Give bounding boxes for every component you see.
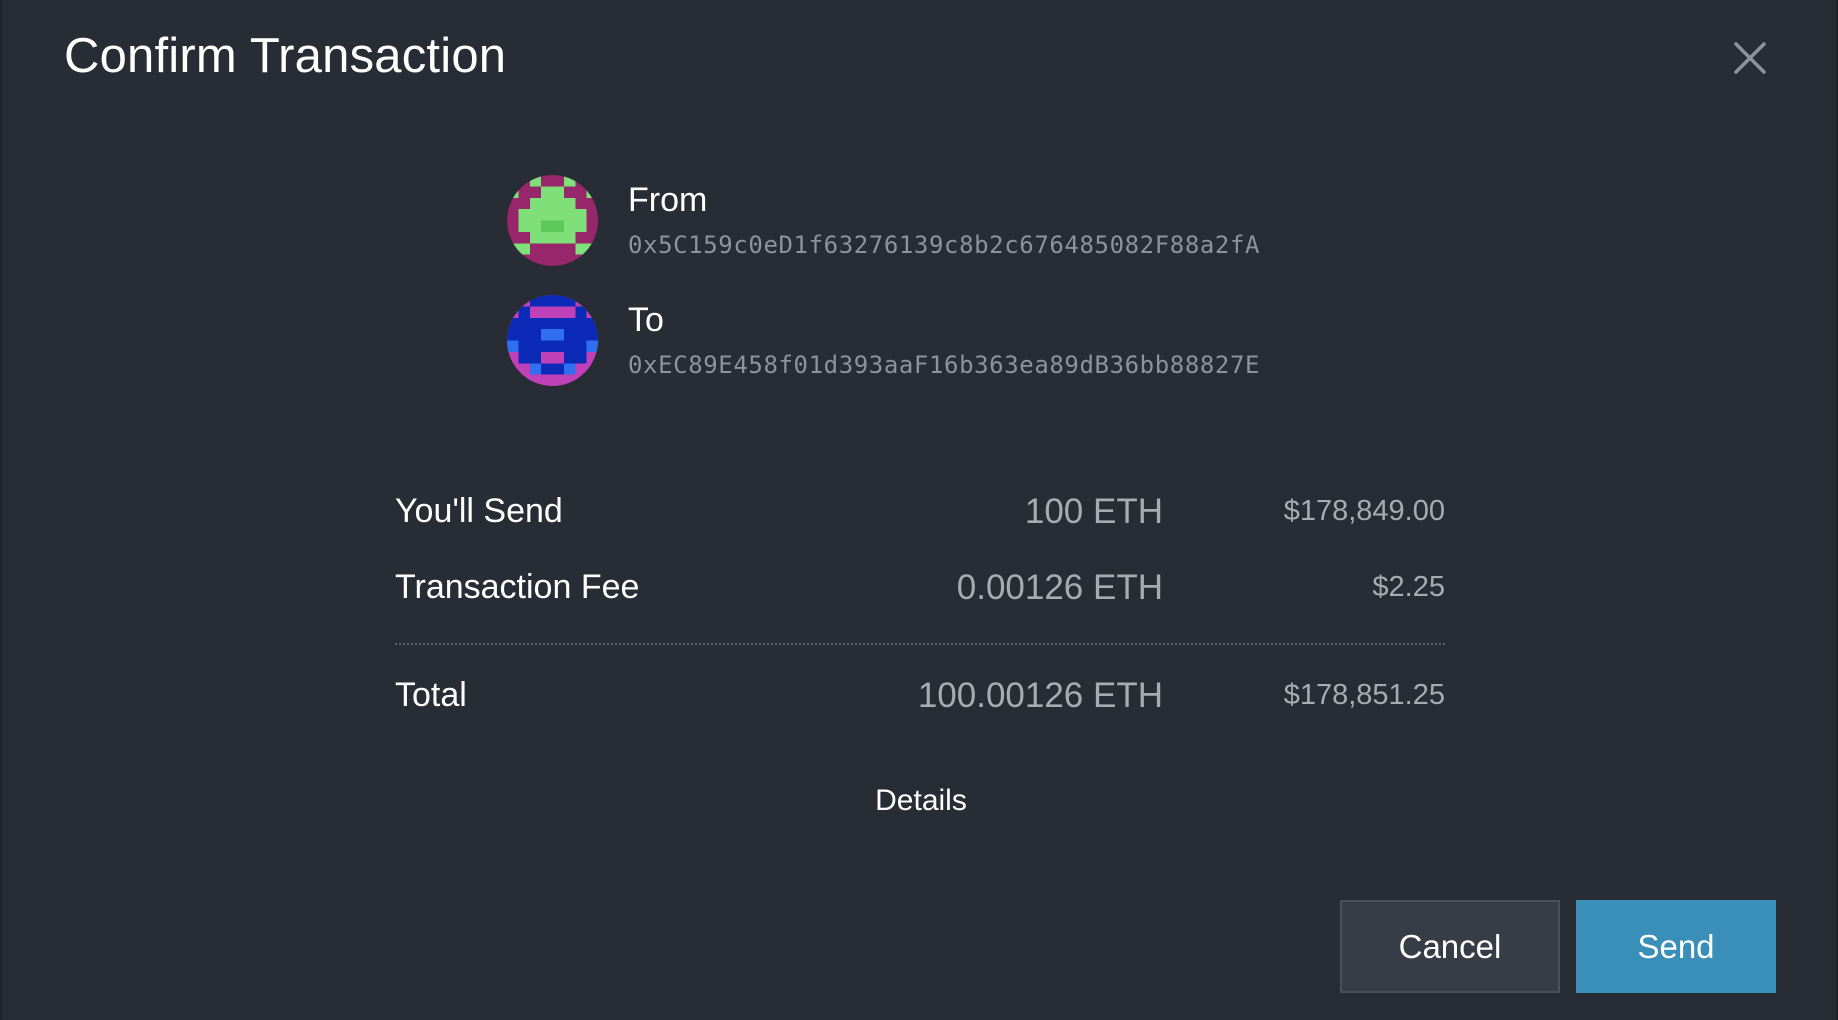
from-identicon xyxy=(507,175,598,266)
from-address: 0x5C159c0eD1f63276139c8b2c676485082F88a2… xyxy=(628,231,1261,259)
send-button[interactable]: Send xyxy=(1576,900,1776,993)
total-label: Total xyxy=(395,676,467,714)
fee-label: Transaction Fee xyxy=(395,568,640,606)
total-row: Total 100.00126 ETH $178,851.25 xyxy=(395,676,1445,726)
to-address: 0xEC89E458f01d393aaF16b363ea89dB36bb8882… xyxy=(628,351,1261,379)
send-usd-value: $178,849.00 xyxy=(1283,495,1445,527)
fee-usd-value: $2.25 xyxy=(1372,571,1445,603)
to-account: To 0xEC89E458f01d393aaF16b363ea89dB36bb8… xyxy=(507,295,1407,387)
total-usd-value: $178,851.25 xyxy=(1283,679,1445,711)
fee-eth-value: 0.00126 ETH xyxy=(956,568,1163,607)
details-link[interactable]: Details xyxy=(2,784,1838,818)
from-account: From 0x5C159c0eD1f63276139c8b2c676485082… xyxy=(507,175,1407,267)
to-label: To xyxy=(628,301,664,339)
dialog-title: Confirm Transaction xyxy=(64,29,507,83)
fee-row: Transaction Fee 0.00126 ETH $2.25 xyxy=(395,568,1445,618)
cancel-button[interactable]: Cancel xyxy=(1340,900,1560,993)
from-label: From xyxy=(628,181,708,219)
confirm-transaction-dialog: Confirm Transaction From 0x5C159c0eD1f63… xyxy=(0,0,1838,1020)
total-eth-value: 100.00126 ETH xyxy=(917,676,1163,715)
to-identicon xyxy=(507,295,598,386)
send-eth-value: 100 ETH xyxy=(1024,492,1163,531)
send-amount-row: You'll Send 100 ETH $178,849.00 xyxy=(395,492,1445,542)
send-label: You'll Send xyxy=(395,492,563,530)
summary-divider xyxy=(395,643,1445,645)
close-icon[interactable] xyxy=(1728,36,1772,80)
